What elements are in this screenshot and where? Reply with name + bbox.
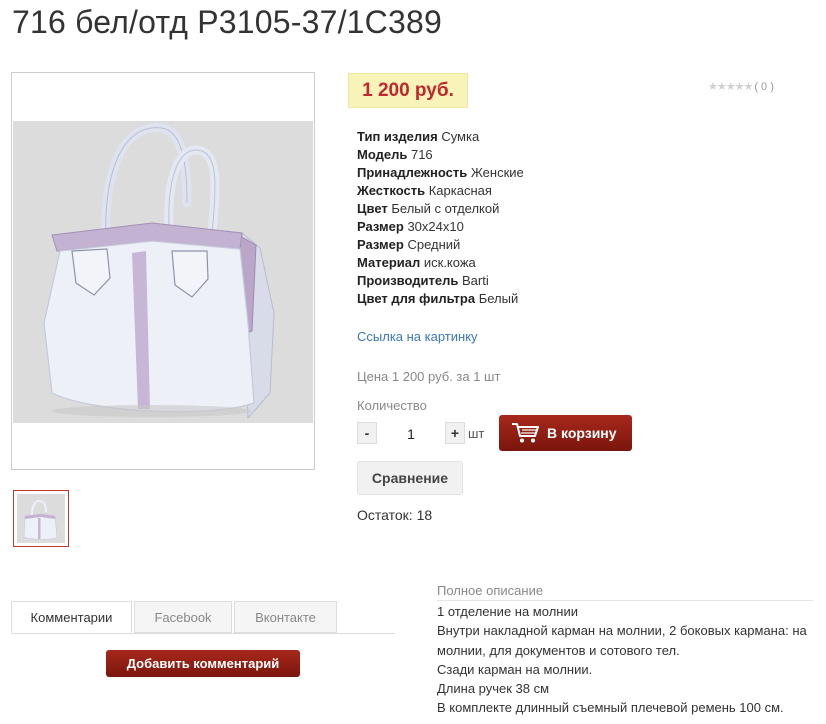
description-line: Длина ручек 38 см bbox=[437, 681, 550, 697]
social-tabs: Комментарии Facebook Вконтакте bbox=[11, 601, 339, 633]
description-title: Полное описание bbox=[437, 583, 544, 598]
property-row: Принадлежность Женские bbox=[357, 165, 524, 180]
price-badge: 1 200 руб. bbox=[348, 73, 468, 108]
rating-count: ( 0 ) bbox=[754, 80, 774, 93]
unit-price: Цена 1 200 руб. за 1 шт bbox=[357, 369, 501, 384]
cart-icon bbox=[512, 423, 539, 443]
page-title: 716 бел/отд Р3105-37/1С389 bbox=[12, 4, 442, 40]
description-line: В комплекте длинный съемный плечевой рем… bbox=[437, 700, 784, 716]
product-thumbnail[interactable] bbox=[13, 490, 69, 547]
property-row: Модель 716 bbox=[357, 147, 433, 162]
property-row: Цвет Белый с отделкой bbox=[357, 201, 500, 216]
property-row: Размер 30x24x10 bbox=[357, 219, 464, 234]
tab-vkontakte[interactable]: Вконтакте bbox=[234, 601, 337, 633]
property-row: Жесткость Каркасная bbox=[357, 183, 492, 198]
thumbnail-image bbox=[17, 494, 65, 543]
property-row: Материал иск.кожа bbox=[357, 255, 476, 270]
rating[interactable]: ★★★★★ ( 0 ) bbox=[708, 80, 774, 94]
description-body: 1 отделение на молнии Внутри накладной к… bbox=[437, 602, 817, 718]
add-comment-button[interactable]: Добавить комментарий bbox=[106, 650, 300, 677]
star-rating-icon[interactable]: ★★★★★ bbox=[708, 80, 753, 93]
add-to-cart-button[interactable]: В корзину bbox=[499, 415, 632, 451]
description-line: Внутри накладной карман на молнии, 2 бок… bbox=[437, 623, 807, 658]
product-properties: Тип изделия Сумка Модель 716 Принадлежно… bbox=[357, 128, 524, 308]
tab-comments[interactable]: Комментарии bbox=[11, 601, 132, 633]
quantity-input[interactable] bbox=[380, 424, 442, 444]
quantity-unit: шт bbox=[468, 426, 485, 441]
stock-count: Остаток: 18 bbox=[357, 507, 433, 523]
compare-button[interactable]: Сравнение bbox=[357, 461, 463, 495]
add-to-cart-label: В корзину bbox=[547, 425, 617, 441]
product-main-image[interactable] bbox=[11, 72, 315, 470]
description-line: 1 отделение на молнии bbox=[437, 604, 578, 619]
property-row: Цвет для фильтра Белый bbox=[357, 291, 519, 306]
quantity-increase-button[interactable]: + bbox=[445, 422, 465, 444]
property-row: Производитель Barti bbox=[357, 273, 489, 288]
quantity-decrease-button[interactable]: - bbox=[357, 422, 377, 444]
property-row: Тип изделия Сумка bbox=[357, 129, 480, 144]
handbag-image bbox=[43, 123, 275, 420]
tab-facebook[interactable]: Facebook bbox=[134, 601, 232, 633]
quantity-label: Количество bbox=[357, 398, 427, 413]
image-link[interactable]: Ссылка на картинку bbox=[357, 329, 478, 344]
property-row: Размер Средний bbox=[357, 237, 461, 252]
description-line: Сзади карман на молнии. bbox=[437, 661, 593, 677]
